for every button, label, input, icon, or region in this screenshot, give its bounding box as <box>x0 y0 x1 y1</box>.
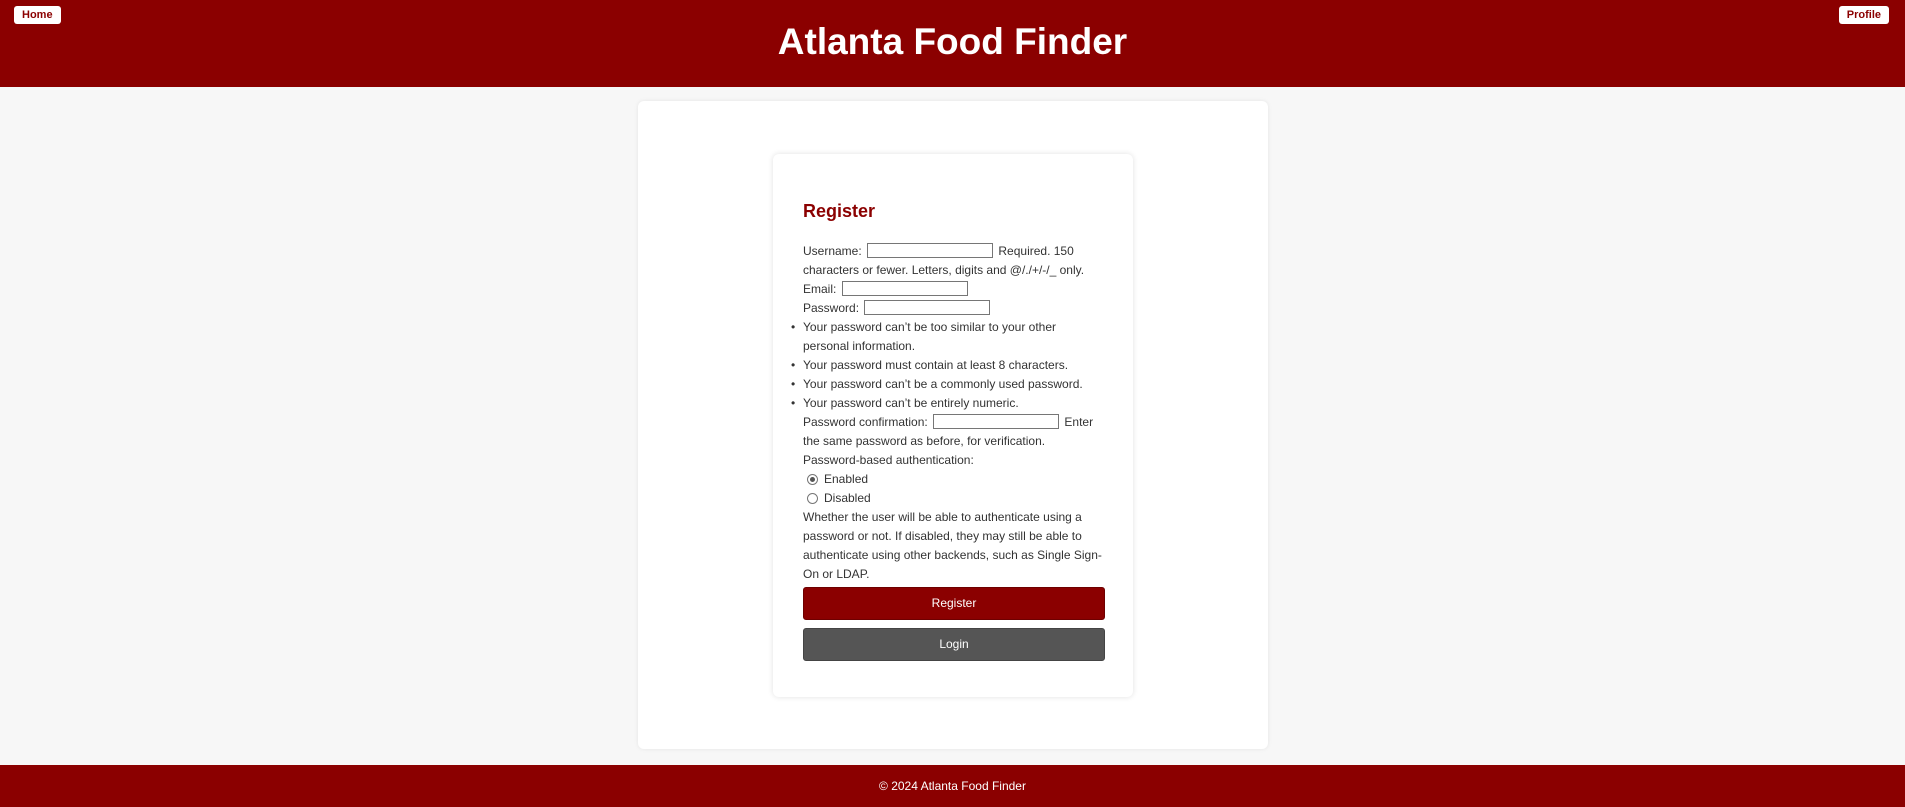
password-label: Password: <box>803 301 860 315</box>
password-rule-text: Your password can’t be entirely numeric. <box>803 396 1019 410</box>
form-title: Register <box>803 201 876 221</box>
profile-button[interactable]: Profile <box>1838 6 1889 24</box>
auth-help: Whether the user will be able to authent… <box>803 510 1102 581</box>
password-confirm-input[interactable] <box>933 414 1060 430</box>
password-rule: • Your password can’t be too similar to y… <box>791 318 1105 356</box>
auth-label: Password-based authentication: <box>803 453 974 467</box>
password-rule-text: Your password can’t be too similar to yo… <box>803 320 1057 353</box>
email-input[interactable] <box>841 281 968 297</box>
email-row: Email: <box>803 280 1105 299</box>
footer-text: © 2024 Atlanta Food Finder <box>879 779 1026 793</box>
auth-option-disabled[interactable]: Disabled <box>803 489 1105 508</box>
password-confirm-label: Password confirmation: <box>803 415 928 429</box>
auth-option-label: Enabled <box>824 472 869 486</box>
bullet-icon: • <box>791 320 796 334</box>
password-confirm-row: Password confirmation: Enter the same pa… <box>803 413 1105 451</box>
password-rule: • Your password must contain at least 8 c… <box>791 356 1105 375</box>
radio-disabled[interactable] <box>807 493 818 504</box>
bullet-icon: • <box>791 396 796 410</box>
password-row: Password: <box>803 299 1105 318</box>
username-label: Username: <box>803 244 862 258</box>
password-rules-list: • Your password can’t be too similar to y… <box>791 318 1105 413</box>
site-title: Atlanta Food Finder <box>777 21 1128 62</box>
auth-option-label: Disabled <box>824 491 871 505</box>
site-footer: © 2024 Atlanta Food Finder <box>0 765 1905 807</box>
bullet-icon: • <box>791 377 796 391</box>
email-label: Email: <box>803 282 837 296</box>
radio-enabled[interactable] <box>807 474 818 485</box>
site-header: Home Atlanta Food Finder Profile <box>0 0 1905 87</box>
bullet-icon: • <box>791 358 796 372</box>
register-form: Register Username: Required. 150 charact… <box>791 200 1105 661</box>
password-input[interactable] <box>864 300 991 316</box>
username-row: Username: Required. 150 characters or fe… <box>803 242 1105 280</box>
username-input[interactable] <box>867 243 994 259</box>
password-rule: • Your password can’t be entirely numeric… <box>791 394 1105 413</box>
password-rule-text: Your password must contain at least 8 ch… <box>803 358 1069 372</box>
password-rule-text: Your password can’t be a commonly used p… <box>803 377 1083 391</box>
register-card: Register Username: Required. 150 charact… <box>773 154 1133 697</box>
auth-option-enabled[interactable]: Enabled <box>803 470 1105 489</box>
password-rule: • Your password can’t be a commonly used … <box>791 375 1105 394</box>
register-button[interactable]: Register <box>803 587 1105 620</box>
login-button[interactable]: Login <box>803 628 1105 661</box>
